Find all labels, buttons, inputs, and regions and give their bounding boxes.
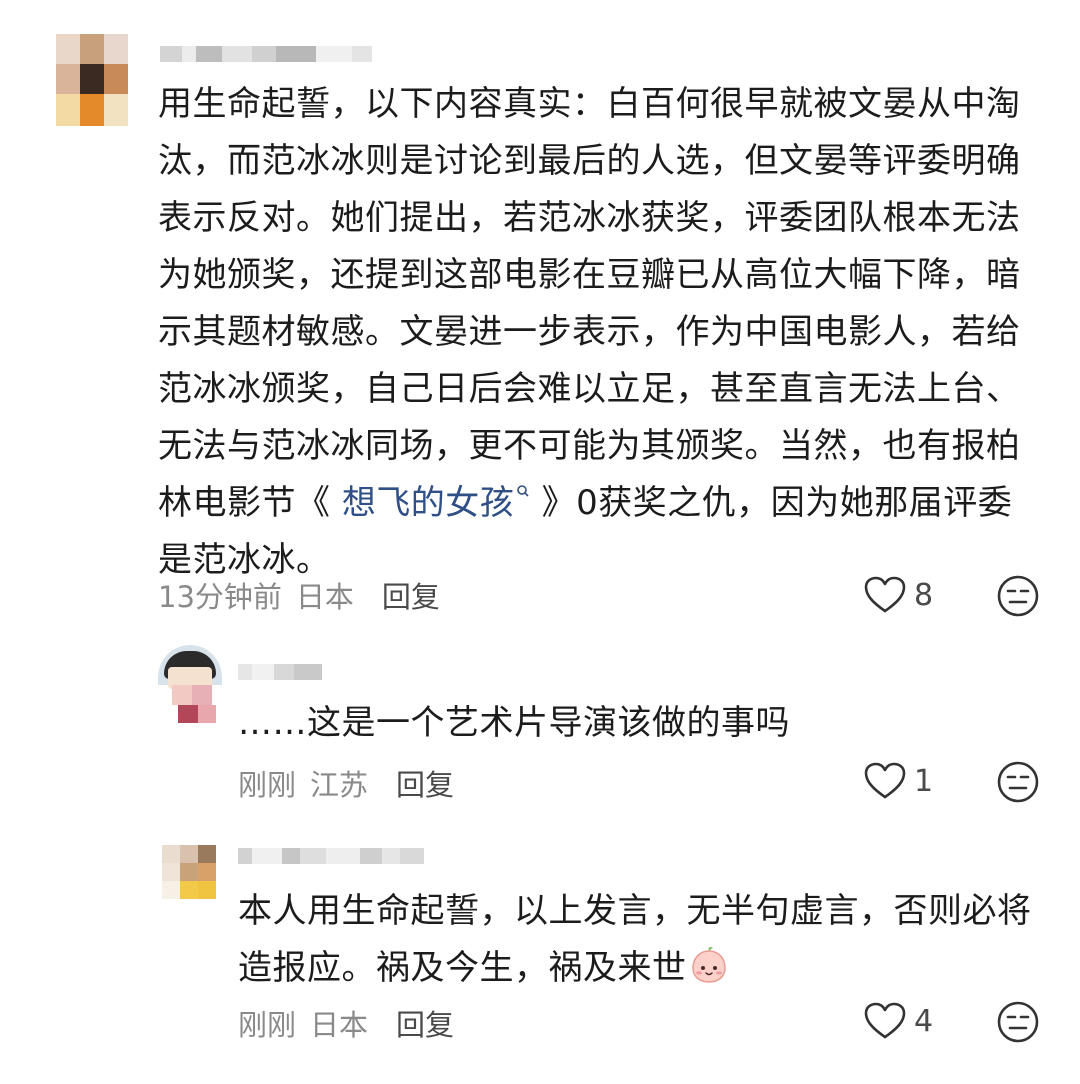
heart-outline-icon	[864, 762, 906, 799]
reply-button[interactable]: 回复	[396, 762, 454, 804]
like-button[interactable]: 4	[864, 1002, 933, 1040]
comment-location: 江苏	[310, 768, 369, 802]
dislike-button[interactable]	[996, 1000, 1040, 1048]
like-count: 1	[914, 763, 934, 799]
like-count: 4	[914, 1003, 934, 1039]
heart-outline-icon	[864, 1002, 906, 1039]
avatar[interactable]	[158, 645, 222, 723]
neutral-face-icon	[997, 1001, 1039, 1043]
peach-face-emoji	[691, 947, 726, 983]
comment-time: 13分钟前	[158, 580, 282, 614]
comment-thread: 用生命起誓，以下内容真实：白百何很早就被文晏从中淘汰，而范冰冰则是讨论到最后的人…	[0, 0, 1080, 1084]
dislike-button[interactable]	[996, 760, 1040, 808]
reply-button[interactable]: 回复	[382, 574, 440, 616]
comment-body: 本人用生命起誓，以上发言，无半句虚言，否则必将造报应。祸及今生，祸及来世	[238, 883, 1038, 997]
like-button[interactable]: 8	[864, 576, 933, 614]
dislike-button[interactable]	[996, 574, 1040, 622]
heart-outline-icon	[864, 576, 906, 613]
comment-text-part: 本人用生命起誓，以上发言，无半句虚言，否则必将造报应。祸及今生，祸及来世	[238, 891, 1032, 988]
comment-location: 日本	[310, 1008, 369, 1042]
comment-meta: 刚刚 日本 回复	[238, 1002, 454, 1044]
comment-body: ……这是一个艺术片导演该做的事吗	[238, 703, 790, 743]
avatar[interactable]	[162, 845, 216, 899]
neutral-face-icon	[997, 761, 1039, 803]
username-blurred[interactable]	[238, 664, 322, 680]
neutral-face-icon	[997, 575, 1039, 617]
comment-location: 日本	[295, 580, 354, 614]
comment-meta: 13分钟前 日本 回复	[158, 574, 440, 616]
username-blurred[interactable]	[160, 46, 372, 62]
like-count: 8	[914, 577, 934, 613]
topic-link-label[interactable]: 想飞的女孩	[342, 483, 515, 523]
reply-button[interactable]: 回复	[396, 1002, 454, 1044]
comment-text-part: 用生命起誓，以下内容真实：白百何很早就被文晏从中淘汰，而范冰冰则是讨论到最后的人…	[158, 84, 1021, 523]
username-blurred[interactable]	[238, 848, 424, 864]
topic-link[interactable]: 想飞的女孩	[342, 483, 531, 523]
comment-time: 刚刚	[238, 1008, 297, 1042]
comment-body: 用生命起誓，以下内容真实：白百何很早就被文晏从中淘汰，而范冰冰则是讨论到最后的人…	[158, 76, 1038, 589]
like-button[interactable]: 1	[864, 762, 933, 800]
search-icon	[517, 485, 529, 497]
avatar[interactable]	[56, 34, 128, 126]
comment-meta: 刚刚 江苏 回复	[238, 762, 454, 804]
comment-time: 刚刚	[238, 768, 297, 802]
